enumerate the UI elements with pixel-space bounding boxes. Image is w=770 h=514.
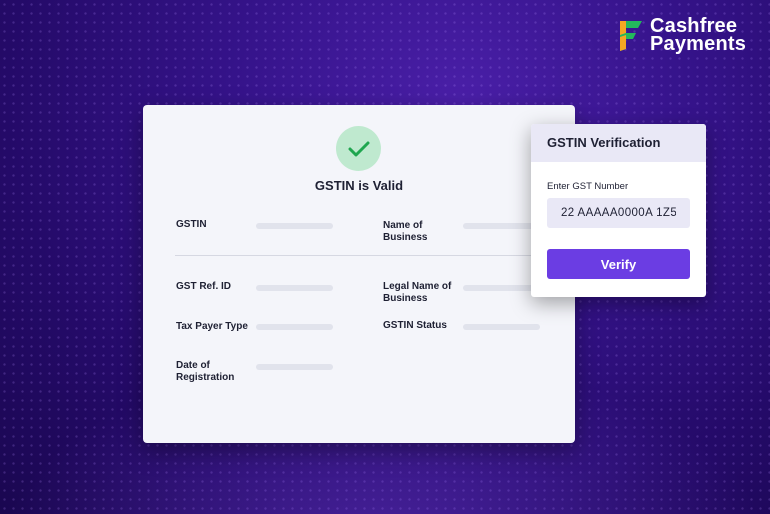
brand-name-line2: Payments — [650, 33, 747, 55]
gst-ref-id-label: GST Ref. ID — [176, 281, 232, 292]
panel-title: GSTIN Verification — [531, 124, 706, 162]
cashfree-logo-icon — [618, 17, 644, 53]
name-of-business-value-placeholder — [463, 223, 540, 229]
gstin-result-card: GSTIN is Valid GSTIN Name of Business GS… — [143, 105, 575, 443]
gstin-label: GSTIN — [176, 219, 207, 230]
tax-payer-type-label: Tax Payer Type — [176, 321, 248, 332]
name-of-business-label: Name of Business — [383, 220, 428, 243]
gstin-verification-panel: GSTIN Verification Enter GST Number Veri… — [531, 124, 706, 297]
tax-payer-type-value-placeholder — [256, 324, 333, 330]
legal-name-value-placeholder — [463, 285, 540, 291]
gst-number-label: Enter GST Number — [547, 181, 629, 192]
cashfree-logo: Cashfree Payments — [618, 16, 747, 55]
verify-button[interactable]: Verify — [547, 249, 690, 279]
gstin-status-value-placeholder — [463, 324, 540, 330]
brand-name: Cashfree Payments — [650, 16, 747, 55]
gst-ref-id-value-placeholder — [256, 285, 333, 291]
gstin-value-placeholder — [256, 223, 333, 229]
gst-number-input[interactable] — [547, 198, 690, 228]
date-of-registration-label: Date of Registration — [176, 360, 235, 383]
divider — [175, 255, 543, 256]
result-title: GSTIN is Valid — [314, 178, 404, 193]
gstin-status-label: GSTIN Status — [383, 320, 447, 331]
date-of-registration-value-placeholder — [256, 364, 333, 370]
check-icon — [336, 126, 381, 171]
legal-name-label: Legal Name of Business — [383, 281, 452, 304]
